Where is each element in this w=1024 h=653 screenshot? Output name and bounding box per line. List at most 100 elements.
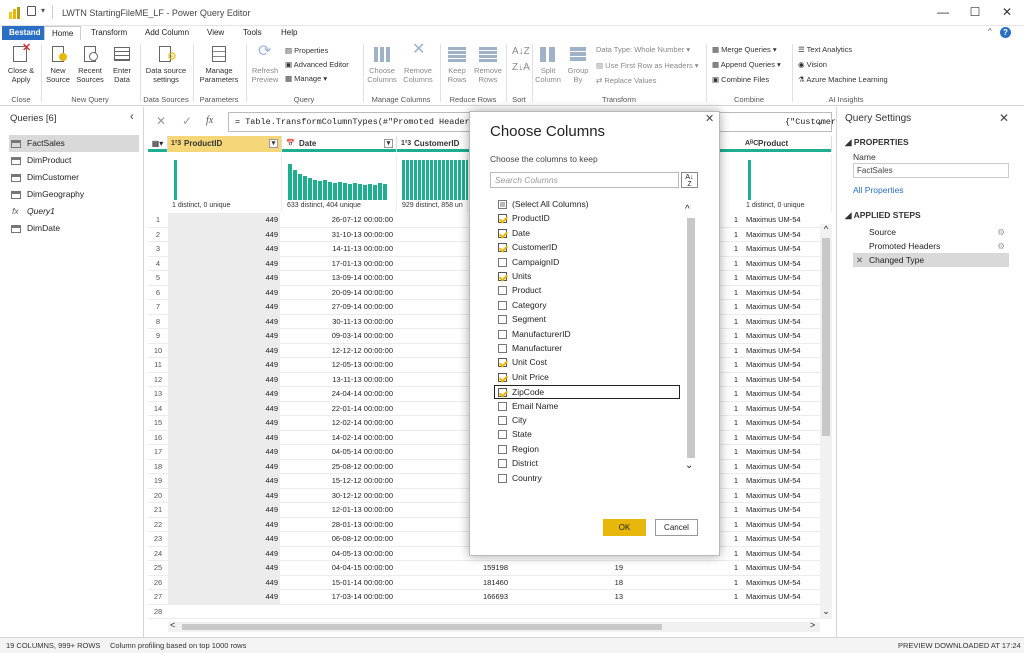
- commit-formula-icon[interactable]: ✓: [182, 114, 192, 128]
- row-number[interactable]: 18: [148, 460, 168, 474]
- table-row[interactable]: 26 449 15-01-14 00:00:00 181460 18 1 Maximus U…: [148, 575, 832, 590]
- scroll-down-icon[interactable]: ⌄: [820, 606, 832, 617]
- cell-value[interactable]: 1: [628, 590, 740, 604]
- cell-date[interactable]: 24-04-14 00:00:00: [283, 387, 395, 401]
- cell-units[interactable]: 18: [513, 576, 627, 590]
- cell-date[interactable]: 28-01-13 00:00:00: [283, 518, 395, 532]
- cancel-formula-icon[interactable]: ✕: [156, 114, 166, 128]
- cell-product[interactable]: Maximus UM-54: [744, 445, 820, 459]
- cell-product[interactable]: Maximus UM-54: [744, 590, 820, 604]
- gear-icon[interactable]: ⚙: [997, 225, 1005, 239]
- row-number[interactable]: 15: [148, 416, 168, 430]
- cell-productid[interactable]: 449: [168, 285, 280, 300]
- query-item-factsales[interactable]: FactSales: [9, 135, 139, 152]
- keep-rows-button[interactable]: Keep Rows: [443, 44, 471, 84]
- column-option[interactable]: Product: [470, 284, 680, 298]
- tab-add-column[interactable]: Add Column: [138, 26, 196, 40]
- cell-product[interactable]: Maximus UM-54: [744, 257, 820, 271]
- cell-date[interactable]: 15-12-12 00:00:00: [283, 474, 395, 488]
- cell-productid[interactable]: 449: [168, 445, 280, 459]
- cell-product[interactable]: Maximus UM-54: [744, 576, 820, 590]
- cell-date[interactable]: 09-03-14 00:00:00: [283, 329, 395, 343]
- column-option[interactable]: ManufacturerID: [470, 328, 680, 342]
- step-promoted-headers[interactable]: Promoted Headers ⚙: [853, 239, 1009, 253]
- checkbox[interactable]: [498, 272, 507, 281]
- cell-date[interactable]: 12-01-13 00:00:00: [283, 503, 395, 517]
- cell-product[interactable]: Maximus UM-54: [744, 213, 820, 227]
- checkbox[interactable]: [498, 416, 507, 425]
- enter-data-button[interactable]: Enter Data: [108, 44, 136, 84]
- row-number[interactable]: 13: [148, 387, 168, 401]
- scroll-down-icon[interactable]: ⌄: [685, 460, 693, 471]
- fx-icon[interactable]: fx: [206, 115, 213, 126]
- column-option[interactable]: Unit Cost: [470, 356, 680, 370]
- column-option[interactable]: Email Name: [470, 400, 680, 414]
- cell-productid[interactable]: 449: [168, 227, 280, 242]
- new-source-button[interactable]: New Source: [44, 44, 72, 84]
- save-icon[interactable]: [27, 6, 36, 16]
- column-header-product[interactable]: AᴮC Product: [742, 136, 832, 152]
- row-number[interactable]: 5: [148, 271, 168, 285]
- checkbox[interactable]: [498, 430, 507, 440]
- checkbox[interactable]: [498, 315, 507, 325]
- checkbox[interactable]: [498, 388, 507, 398]
- column-option[interactable]: Country: [470, 472, 680, 486]
- cell-product[interactable]: Maximus UM-54: [744, 228, 820, 242]
- cell-product[interactable]: Maximus UM-54: [744, 315, 820, 329]
- cell-product[interactable]: Maximus UM-54: [744, 242, 820, 256]
- column-option[interactable]: CampaignID: [470, 256, 680, 270]
- data-type-dropdown[interactable]: Data Type: Whole Number ▾: [596, 45, 690, 54]
- column-option[interactable]: Region: [470, 443, 680, 457]
- cancel-button[interactable]: Cancel: [655, 519, 698, 536]
- cell-date[interactable]: 14-02-14 00:00:00: [283, 431, 395, 445]
- table-menu-icon[interactable]: ▦▾: [148, 136, 168, 152]
- expand-formula-icon[interactable]: ⌄: [817, 113, 822, 131]
- column-option[interactable]: Segment: [470, 313, 680, 327]
- cell-date[interactable]: 12-12-12 00:00:00: [283, 344, 395, 358]
- checkbox[interactable]: [498, 473, 507, 483]
- row-number[interactable]: 1: [148, 213, 168, 227]
- tab-transform[interactable]: Transform: [84, 26, 134, 40]
- cell-productid[interactable]: 449: [168, 517, 280, 532]
- cell-productid[interactable]: 449: [168, 416, 280, 430]
- close-pane-icon[interactable]: ✕: [999, 111, 1009, 125]
- scroll-left-icon[interactable]: <: [170, 620, 175, 630]
- sort-descending-icon[interactable]: Z↓A: [512, 62, 530, 73]
- cell-productid[interactable]: 449: [168, 256, 280, 271]
- cell-customerid[interactable]: 181460: [398, 576, 512, 590]
- use-first-row-button[interactable]: ▤ Use First Row as Headers ▾: [596, 61, 699, 70]
- azure-ml-button[interactable]: ⚗ Azure Machine Learning: [798, 75, 888, 84]
- cell-date[interactable]: 13-11-13 00:00:00: [283, 373, 395, 387]
- column-header-productid[interactable]: 1²3 ProductID ▾: [168, 136, 282, 152]
- cell-date[interactable]: 04-05-14 00:00:00: [283, 445, 395, 459]
- tab-file[interactable]: Bestand: [2, 26, 48, 40]
- collapse-triangle-icon[interactable]: ◢: [845, 137, 854, 147]
- cell-productid[interactable]: 449: [168, 387, 280, 401]
- cell-product[interactable]: Maximus UM-54: [744, 532, 820, 546]
- cell-product[interactable]: Maximus UM-54: [744, 503, 820, 517]
- cell-productid[interactable]: 449: [168, 430, 280, 445]
- cell-date[interactable]: 17-03-14 00:00:00: [283, 590, 395, 604]
- cell-date[interactable]: 12-02-14 00:00:00: [283, 416, 395, 430]
- close-window-button[interactable]: ✕: [992, 5, 1022, 21]
- row-number[interactable]: 16: [148, 431, 168, 445]
- tab-help[interactable]: Help: [274, 26, 304, 40]
- cell-date[interactable]: 22-01-14 00:00:00: [283, 402, 395, 416]
- cell-date[interactable]: 04-05-13 00:00:00: [283, 547, 395, 561]
- checkbox[interactable]: [498, 214, 507, 224]
- checkbox[interactable]: [498, 401, 507, 411]
- list-scrollbar[interactable]: ^ ⌄: [684, 204, 698, 474]
- step-source[interactable]: Source ⚙: [853, 225, 1009, 239]
- row-number[interactable]: 19: [148, 474, 168, 488]
- refresh-preview-button[interactable]: ⟳ Refresh Preview: [248, 44, 282, 85]
- row-number[interactable]: 3: [148, 242, 168, 256]
- column-header-date[interactable]: 📅 Date ▾: [283, 136, 397, 152]
- row-number[interactable]: 17: [148, 445, 168, 459]
- minimize-button[interactable]: —: [928, 5, 958, 21]
- data-source-settings-button[interactable]: ⚙ Data source settings: [142, 44, 190, 84]
- cell-product[interactable]: Maximus UM-54: [744, 271, 820, 285]
- cell-productid[interactable]: 449: [168, 561, 280, 575]
- cell-productid[interactable]: 449: [168, 503, 280, 517]
- column-option[interactable]: District: [470, 457, 680, 471]
- checkbox[interactable]: [498, 286, 507, 296]
